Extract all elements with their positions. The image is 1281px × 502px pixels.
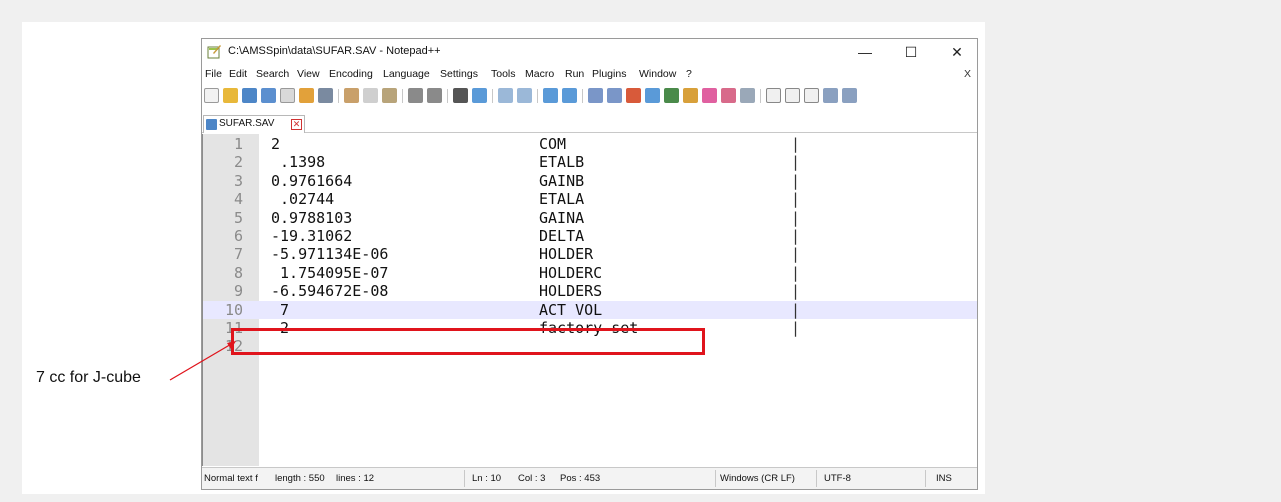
annotation-arrow bbox=[169, 341, 236, 381]
annotation-label: 7 cc for J-cube bbox=[36, 369, 141, 386]
